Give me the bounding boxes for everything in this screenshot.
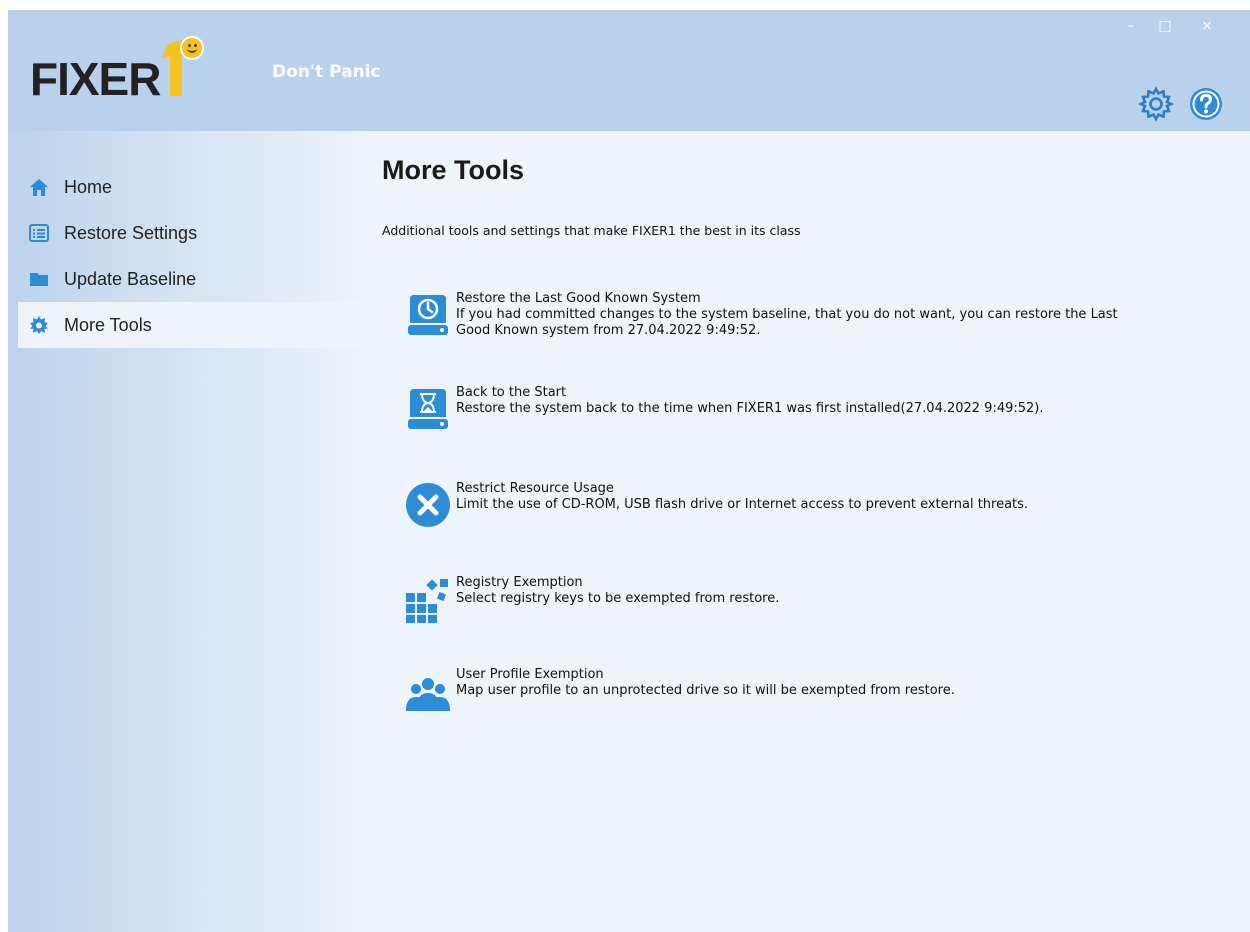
clock-drive-icon — [408, 295, 448, 335]
tool-back-to-start[interactable]: Back to the Start Restore the system bac… — [404, 385, 1234, 435]
gear-icon — [28, 314, 50, 336]
close-button[interactable]: × — [1194, 16, 1220, 36]
tool-restrict-resource-usage[interactable]: Restrict Resource Usage Limit the use of… — [404, 481, 1234, 531]
folder-icon — [28, 268, 50, 290]
tool-title[interactable]: Back to the Start — [456, 385, 1044, 401]
registry-blocks-icon — [406, 579, 448, 623]
tool-title[interactable]: Registry Exemption — [456, 575, 779, 591]
minimize-button[interactable]: – — [1118, 16, 1144, 36]
tool-description: If you had committed changes to the syst… — [456, 307, 1118, 322]
app-window: FIXER Don't Panic – □ × Home Restore Set… — [8, 10, 1250, 932]
tool-description: Limit the use of CD-ROM, USB flash drive… — [456, 497, 1029, 512]
page-subtitle: Additional tools and settings that make … — [382, 223, 801, 238]
home-icon — [28, 176, 50, 198]
settings-gear-icon[interactable] — [1138, 86, 1174, 122]
list-icon — [28, 222, 50, 244]
tool-title[interactable]: Restore the Last Good Known System — [456, 291, 1118, 307]
users-icon — [406, 678, 450, 711]
app-tagline: Don't Panic — [272, 62, 381, 82]
sidebar-item-label: More Tools — [64, 314, 152, 335]
smiley-icon — [180, 36, 204, 60]
tool-title[interactable]: Restrict Resource Usage — [456, 481, 1028, 497]
header-bar: FIXER Don't Panic – □ × — [8, 10, 1250, 131]
sidebar-item-label: Home — [64, 176, 113, 197]
help-icon[interactable] — [1188, 86, 1224, 122]
maximize-button[interactable]: □ — [1152, 16, 1178, 36]
page-title: More Tools — [382, 155, 525, 185]
sidebar-item-label: Update Baseline — [64, 268, 197, 289]
sidebar-item-more-tools[interactable]: More Tools — [18, 302, 368, 348]
sidebar-item-update-baseline[interactable]: Update Baseline — [18, 256, 368, 302]
block-x-icon — [406, 483, 450, 527]
tool-description: Map user profile to an unprotected drive… — [456, 683, 955, 698]
tool-restore-last-good[interactable]: Restore the Last Good Known System If yo… — [404, 291, 1234, 341]
app-logo: FIXER — [30, 30, 230, 105]
tool-user-profile-exemption[interactable]: User Profile Exemption Map user profile … — [404, 667, 1234, 717]
tool-description: Select registry keys to be exempted from… — [456, 591, 780, 606]
main-content: More Tools Additional tools and settings… — [366, 131, 1250, 932]
tool-description: Restore the system back to the time when… — [456, 401, 1044, 416]
logo-text: FIXER — [30, 53, 161, 105]
sidebar-item-label: Restore Settings — [64, 222, 198, 243]
sidebar-item-home[interactable]: Home — [18, 164, 368, 210]
tool-title[interactable]: User Profile Exemption — [456, 667, 955, 683]
tool-description-cont: Good Known system from 27.04.2022 9:49:5… — [456, 323, 761, 338]
sidebar-item-restore-settings[interactable]: Restore Settings — [18, 210, 368, 256]
hourglass-drive-icon — [408, 389, 448, 429]
tool-registry-exemption[interactable]: Registry Exemption Select registry keys … — [404, 575, 1234, 625]
sidebar: Home Restore Settings Update Baseline Mo… — [8, 131, 368, 932]
